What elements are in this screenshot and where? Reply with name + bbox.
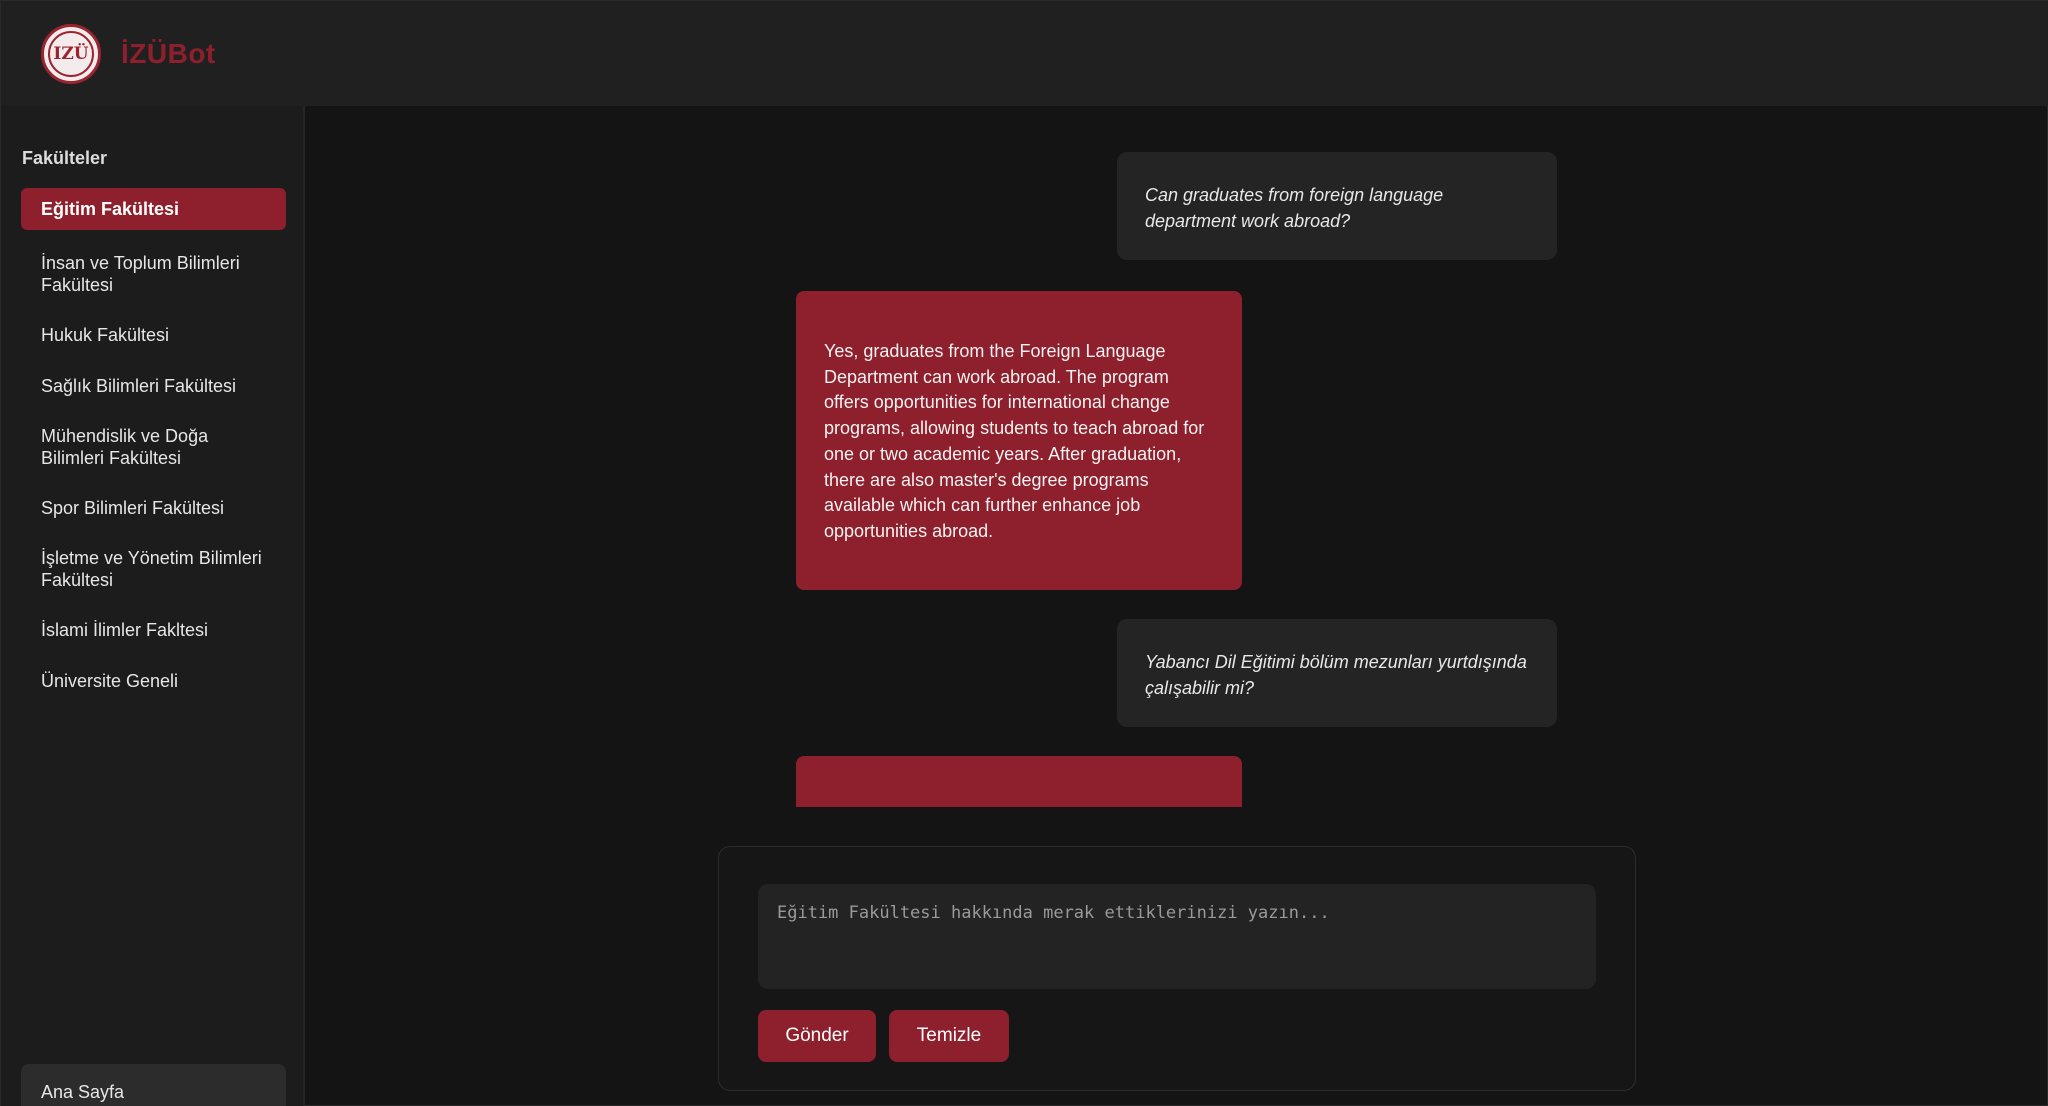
app-window: IZÜ İZÜBot Fakülteler Eğitim Fakültesi İ… <box>0 0 2048 1106</box>
sidebar-item-muhendislik[interactable]: Mühendislik ve Doğa Bilimleri Fakültesi <box>21 417 286 477</box>
user-message: Can graduates from foreign language depa… <box>1117 152 1557 260</box>
sidebar-item-saglik[interactable]: Sağlık Bilimleri Fakültesi <box>21 366 286 406</box>
faculty-sidebar: Fakülteler Eğitim Fakültesi İnsan ve Top… <box>1 106 305 1106</box>
top-header: IZÜ İZÜBot <box>1 1 2048 106</box>
user-message: Yabancı Dil Eğitimi bölüm mezunları yurt… <box>1117 619 1557 727</box>
send-button[interactable]: Gönder <box>758 1010 876 1062</box>
sidebar-item-islami[interactable]: İslami İlimler Fakltesi <box>21 610 286 650</box>
sidebar-item-insan-toplum[interactable]: İnsan ve Toplum Bilimleri Fakültesi <box>21 244 286 304</box>
sidebar-heading: Fakülteler <box>22 148 108 168</box>
bot-message: Yes, graduates from the Foreign Language… <box>796 291 1242 590</box>
sidebar-item-egitim[interactable]: Eğitim Fakültesi <box>21 188 286 230</box>
izu-logo-icon: IZÜ <box>41 23 101 84</box>
sidebar-item-spor[interactable]: Spor Bilimleri Fakültesi <box>21 488 286 528</box>
home-button[interactable]: Ana Sayfa <box>21 1064 286 1106</box>
clear-button[interactable]: Temizle <box>889 1010 1009 1062</box>
bot-message-partial <box>796 756 1242 807</box>
logo-mark: IZÜ <box>48 30 94 77</box>
sidebar-item-hukuk[interactable]: Hukuk Fakültesi <box>21 315 286 355</box>
faculty-list: Eğitim Fakültesi İnsan ve Toplum Bilimle… <box>21 188 286 712</box>
sidebar-item-isletme[interactable]: İşletme ve Yönetim Bilimleri Fakültesi <box>21 539 286 599</box>
message-composer: Gönder Temizle <box>718 846 1636 1091</box>
app-title: İZÜBot <box>121 37 216 69</box>
sidebar-item-universite[interactable]: Üniversite Geneli <box>21 661 286 701</box>
message-input[interactable] <box>758 884 1596 989</box>
